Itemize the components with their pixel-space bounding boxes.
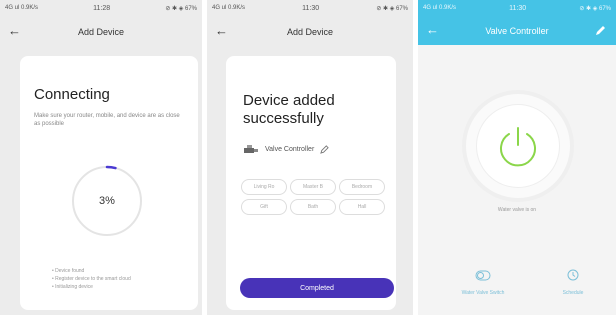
room-chip[interactable]: Bath: [290, 199, 336, 215]
water-valve-switch-label: Water Valve Switch: [461, 290, 505, 296]
app-bar: ← Add Device: [0, 16, 202, 48]
room-chip[interactable]: Master B: [290, 179, 336, 195]
status-bar: 4G ul 0.9K/s 11:28 ⊘ ✱ ◈ 67%: [0, 0, 202, 16]
device-added-card: Device added successfully Valve Controll…: [226, 56, 396, 310]
device-name: Valve Controller: [265, 145, 315, 153]
carrier-label: 4G ul 0.9K/s: [423, 5, 457, 11]
list-item: Device found: [52, 267, 131, 275]
room-chip[interactable]: Gift: [241, 199, 287, 215]
carrier-label: 4G ul 0.9K/s: [212, 5, 246, 11]
battery-indicator: ⊘ ✱ ◈ 67%: [579, 5, 611, 12]
progress-percent: 3%: [99, 195, 115, 207]
device-row: Valve Controller: [243, 143, 330, 155]
connecting-subtitle: Make sure your router, mobile, and devic…: [34, 113, 180, 127]
connecting-card: Connecting Make sure your router, mobile…: [20, 56, 198, 310]
battery-indicator: ⊘ ✱ ◈ 67%: [376, 5, 408, 12]
page-title: Add Device: [77, 27, 125, 37]
success-heading-line2: successfully: [243, 110, 324, 127]
edit-pencil-icon[interactable]: [320, 144, 330, 154]
clock: 11:30: [302, 4, 320, 12]
status-bar: 4G ul 0.9K/s 11:30 ⊘ ✱ ◈ 67%: [418, 0, 616, 16]
edit-pencil-icon[interactable]: [595, 24, 607, 36]
success-heading: Device added successfully: [243, 92, 335, 128]
room-chip[interactable]: Bedroom: [339, 179, 385, 195]
schedule-label: Schedule: [562, 290, 584, 296]
list-item: Register device to the smart cloud: [52, 275, 131, 283]
connecting-heading: Connecting: [34, 86, 110, 103]
step-list: Device found Register device to the smar…: [52, 267, 131, 291]
toggle-switch-icon: [475, 270, 491, 281]
completed-button[interactable]: Completed: [240, 278, 394, 298]
phone-screen-connecting: 4G ul 0.9K/s 11:28 ⊘ ✱ ◈ 67% ← Add Devic…: [0, 0, 202, 315]
back-arrow-icon[interactable]: ←: [8, 22, 21, 40]
back-arrow-icon[interactable]: ←: [426, 21, 439, 39]
battery-indicator: ⊘ ✱ ◈ 67%: [165, 5, 197, 12]
app-bar: ← Valve Controller: [418, 16, 616, 45]
success-heading-line1: Device added: [243, 92, 335, 109]
valve-device-icon: [244, 145, 258, 153]
phone-screen-valve-controller: 4G ul 0.9K/s 11:30 ⊘ ✱ ◈ 67% ← Valve Con…: [418, 0, 616, 315]
app-bar: ← Add Device: [207, 16, 413, 48]
status-bar: 4G ul 0.9K/s 11:30 ⊘ ✱ ◈ 67%: [207, 0, 413, 16]
room-chips-row-1: Living Ro Master B Bedroom: [241, 179, 385, 195]
back-arrow-icon[interactable]: ←: [215, 22, 228, 40]
room-chip[interactable]: Hall: [339, 199, 385, 215]
valve-status-text: Water valve is on: [497, 207, 537, 213]
room-chip[interactable]: Living Ro: [241, 179, 287, 195]
room-chips-row-2: Gift Bath Hall: [241, 199, 385, 215]
clock: 11:30: [509, 4, 527, 12]
carrier-label: 4G ul 0.9K/s: [5, 5, 39, 11]
schedule-button[interactable]: Schedule: [538, 268, 608, 296]
clock: 11:28: [93, 4, 111, 12]
power-icon[interactable]: [493, 121, 543, 171]
water-valve-switch-button[interactable]: Water Valve Switch: [448, 268, 518, 296]
page-title: Valve Controller: [485, 25, 549, 36]
phone-screen-device-added: 4G ul 0.9K/s 11:30 ⊘ ✱ ◈ 67% ← Add Devic…: [207, 0, 413, 315]
list-item: Initializing device: [52, 283, 131, 291]
page-title: Add Device: [286, 27, 334, 37]
clock-icon: [567, 269, 579, 281]
